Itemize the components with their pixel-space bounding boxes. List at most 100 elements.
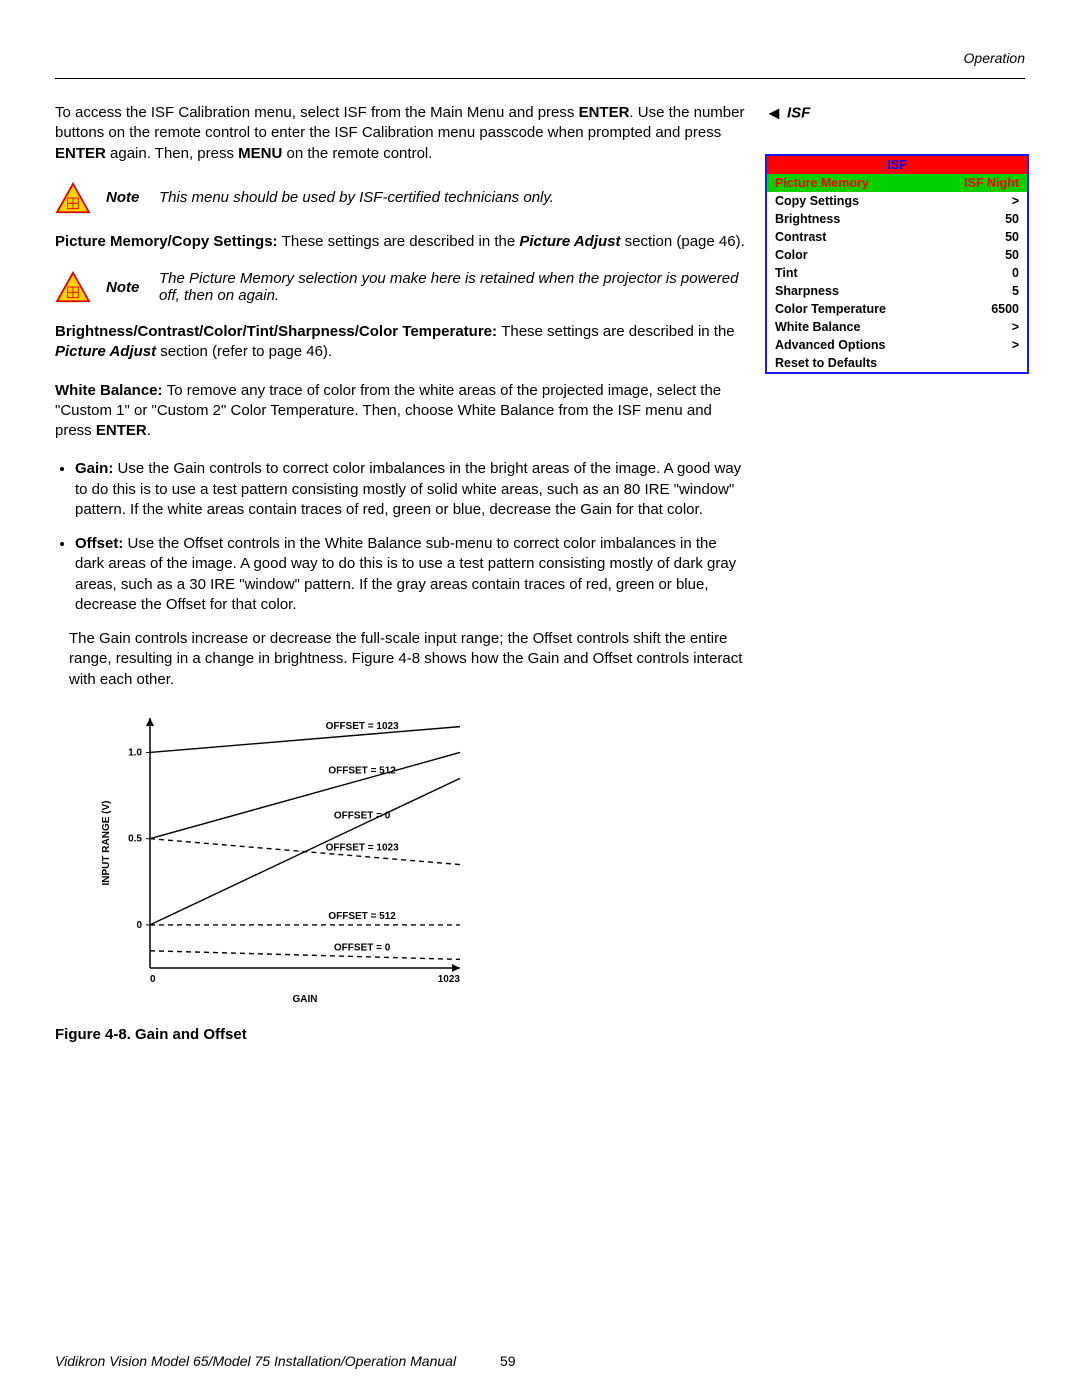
isf-menu-row: Advanced Options > xyxy=(767,336,1027,354)
menu-value: 50 xyxy=(1005,248,1019,262)
text: . xyxy=(147,422,151,439)
page-number: 59 xyxy=(500,1353,516,1369)
page-footer: Vidikron Vision Model 65/Model 75 Instal… xyxy=(55,1353,516,1369)
isf-menu-row: Tint 0 xyxy=(767,264,1027,282)
svg-text:OFFSET = 0: OFFSET = 0 xyxy=(334,942,391,953)
lead: Picture Memory/Copy Settings: xyxy=(55,233,282,250)
isf-menu-title: ISF xyxy=(767,156,1027,174)
menu-label: Color Temperature xyxy=(775,302,886,316)
text: Use the Gain controls to correct color i… xyxy=(75,460,741,518)
text: on the remote control. xyxy=(282,145,432,162)
isf-menu: ISF Picture Memory ISF Night Copy Settin… xyxy=(765,154,1029,374)
white-balance-para: White Balance: To remove any trace of co… xyxy=(55,381,745,442)
menu-value: 5 xyxy=(1012,284,1019,298)
svg-text:0.5: 0.5 xyxy=(128,833,142,844)
menu-value: 6500 xyxy=(991,302,1019,316)
lead: Offset: xyxy=(75,535,128,552)
intro-para: To access the ISF Calibration menu, sele… xyxy=(55,103,745,164)
note-block: Note This menu should be used by ISF-cer… xyxy=(55,182,745,214)
main-column: To access the ISF Calibration menu, sele… xyxy=(55,103,745,1043)
menu-label: Contrast xyxy=(775,230,826,244)
section-header: Operation xyxy=(55,50,1025,66)
gain-offset-chart: 0 0.5 1.0 0 1023 GAIN INPUT RANGE (V) OFFSET = … xyxy=(95,708,745,1012)
ref: Picture Adjust xyxy=(55,343,156,360)
keyword-enter: ENTER xyxy=(96,422,147,439)
svg-text:OFFSET = 512: OFFSET = 512 xyxy=(328,765,396,776)
menu-value: > xyxy=(1012,194,1019,208)
page: Operation To access the ISF Calibration … xyxy=(0,0,1080,1397)
menu-value: ISF Night xyxy=(964,176,1019,190)
svg-text:0: 0 xyxy=(136,920,142,931)
note-text: This menu should be used by ISF-certifie… xyxy=(159,189,745,206)
warning-triangle-icon xyxy=(55,271,91,303)
bcctsc-para: Brightness/Contrast/Color/Tint/Sharpness… xyxy=(55,322,745,363)
svg-text:1.0: 1.0 xyxy=(128,747,142,758)
text: These settings are described in the xyxy=(282,233,520,250)
note-block: Note The Picture Memory selection you ma… xyxy=(55,270,745,304)
menu-label: Picture Memory xyxy=(775,176,869,190)
menu-label: Color xyxy=(775,248,808,262)
note-label: Note xyxy=(106,279,144,296)
isf-menu-row: Color Temperature 6500 xyxy=(767,300,1027,318)
bullet-list: Gain: Use the Gain controls to correct c… xyxy=(55,459,745,615)
isf-menu-row: Copy Settings > xyxy=(767,192,1027,210)
text: Use the Offset controls in the White Bal… xyxy=(75,535,736,613)
picture-memory-para: Picture Memory/Copy Settings: These sett… xyxy=(55,232,745,252)
menu-value: > xyxy=(1012,320,1019,334)
svg-text:OFFSET = 512: OFFSET = 512 xyxy=(328,911,396,922)
header-rule xyxy=(55,78,1025,79)
menu-value: 0 xyxy=(1012,266,1019,280)
keyword-menu: MENU xyxy=(238,145,282,162)
note-text: The Picture Memory selection you make he… xyxy=(159,270,745,304)
svg-text:OFFSET = 0: OFFSET = 0 xyxy=(334,810,391,821)
list-item: Gain: Use the Gain controls to correct c… xyxy=(75,459,745,520)
isf-menu-row: Reset to Defaults xyxy=(767,354,1027,372)
keyword-enter: ENTER xyxy=(579,104,630,121)
lead: White Balance: xyxy=(55,382,167,399)
side-heading-text: ISF xyxy=(787,104,810,121)
svg-text:OFFSET = 1023: OFFSET = 1023 xyxy=(326,721,400,732)
keyword-enter: ENTER xyxy=(55,145,106,162)
chart-svg: 0 0.5 1.0 0 1023 GAIN INPUT RANGE (V) OFFSET = … xyxy=(95,708,495,1008)
footer-title: Vidikron Vision Model 65/Model 75 Instal… xyxy=(55,1353,456,1369)
note-label: Note xyxy=(106,189,144,206)
text: again. Then, press xyxy=(106,145,238,162)
side-column: ◄ ISF ISF Picture Memory ISF Night Copy … xyxy=(765,103,1025,374)
ref: Picture Adjust xyxy=(519,233,620,250)
isf-menu-row: Sharpness 5 xyxy=(767,282,1027,300)
list-item: Offset: Use the Offset controls in the W… xyxy=(75,534,745,615)
svg-text:OFFSET = 1023: OFFSET = 1023 xyxy=(326,842,400,853)
warning-triangle-icon xyxy=(55,182,91,214)
content-row: To access the ISF Calibration menu, sele… xyxy=(55,103,1025,1043)
svg-text:0: 0 xyxy=(150,974,156,985)
svg-text:INPUT RANGE (V): INPUT RANGE (V) xyxy=(101,800,112,885)
text: section (page 46). xyxy=(621,233,745,250)
menu-value: > xyxy=(1012,338,1019,352)
text: section (refer to page 46). xyxy=(156,343,332,360)
menu-value: 50 xyxy=(1005,212,1019,226)
svg-text:1023: 1023 xyxy=(438,974,461,985)
menu-value: 50 xyxy=(1005,230,1019,244)
menu-label: Tint xyxy=(775,266,798,280)
isf-menu-row: Contrast 50 xyxy=(767,228,1027,246)
gain-offset-summary: The Gain controls increase or decrease t… xyxy=(69,629,745,690)
left-arrow-icon: ◄ xyxy=(765,103,783,123)
menu-label: Reset to Defaults xyxy=(775,356,877,370)
isf-menu-rows: Copy Settings>Brightness50Contrast50Colo… xyxy=(767,192,1027,372)
isf-menu-row: Color 50 xyxy=(767,246,1027,264)
side-heading: ◄ ISF xyxy=(765,103,1025,124)
menu-label: Advanced Options xyxy=(775,338,885,352)
menu-label: White Balance xyxy=(775,320,860,334)
menu-label: Brightness xyxy=(775,212,840,226)
svg-text:GAIN: GAIN xyxy=(293,994,318,1005)
lead: Gain: xyxy=(75,460,118,477)
figure-caption: Figure 4-8. Gain and Offset xyxy=(55,1026,745,1043)
menu-label: Copy Settings xyxy=(775,194,859,208)
text: To access the ISF Calibration menu, sele… xyxy=(55,104,579,121)
isf-menu-row: White Balance > xyxy=(767,318,1027,336)
isf-menu-row-highlight: Picture Memory ISF Night xyxy=(767,174,1027,192)
lead: Brightness/Contrast/Color/Tint/Sharpness… xyxy=(55,323,501,340)
text: These settings are described in the xyxy=(501,323,734,340)
isf-menu-row: Brightness 50 xyxy=(767,210,1027,228)
menu-label: Sharpness xyxy=(775,284,839,298)
